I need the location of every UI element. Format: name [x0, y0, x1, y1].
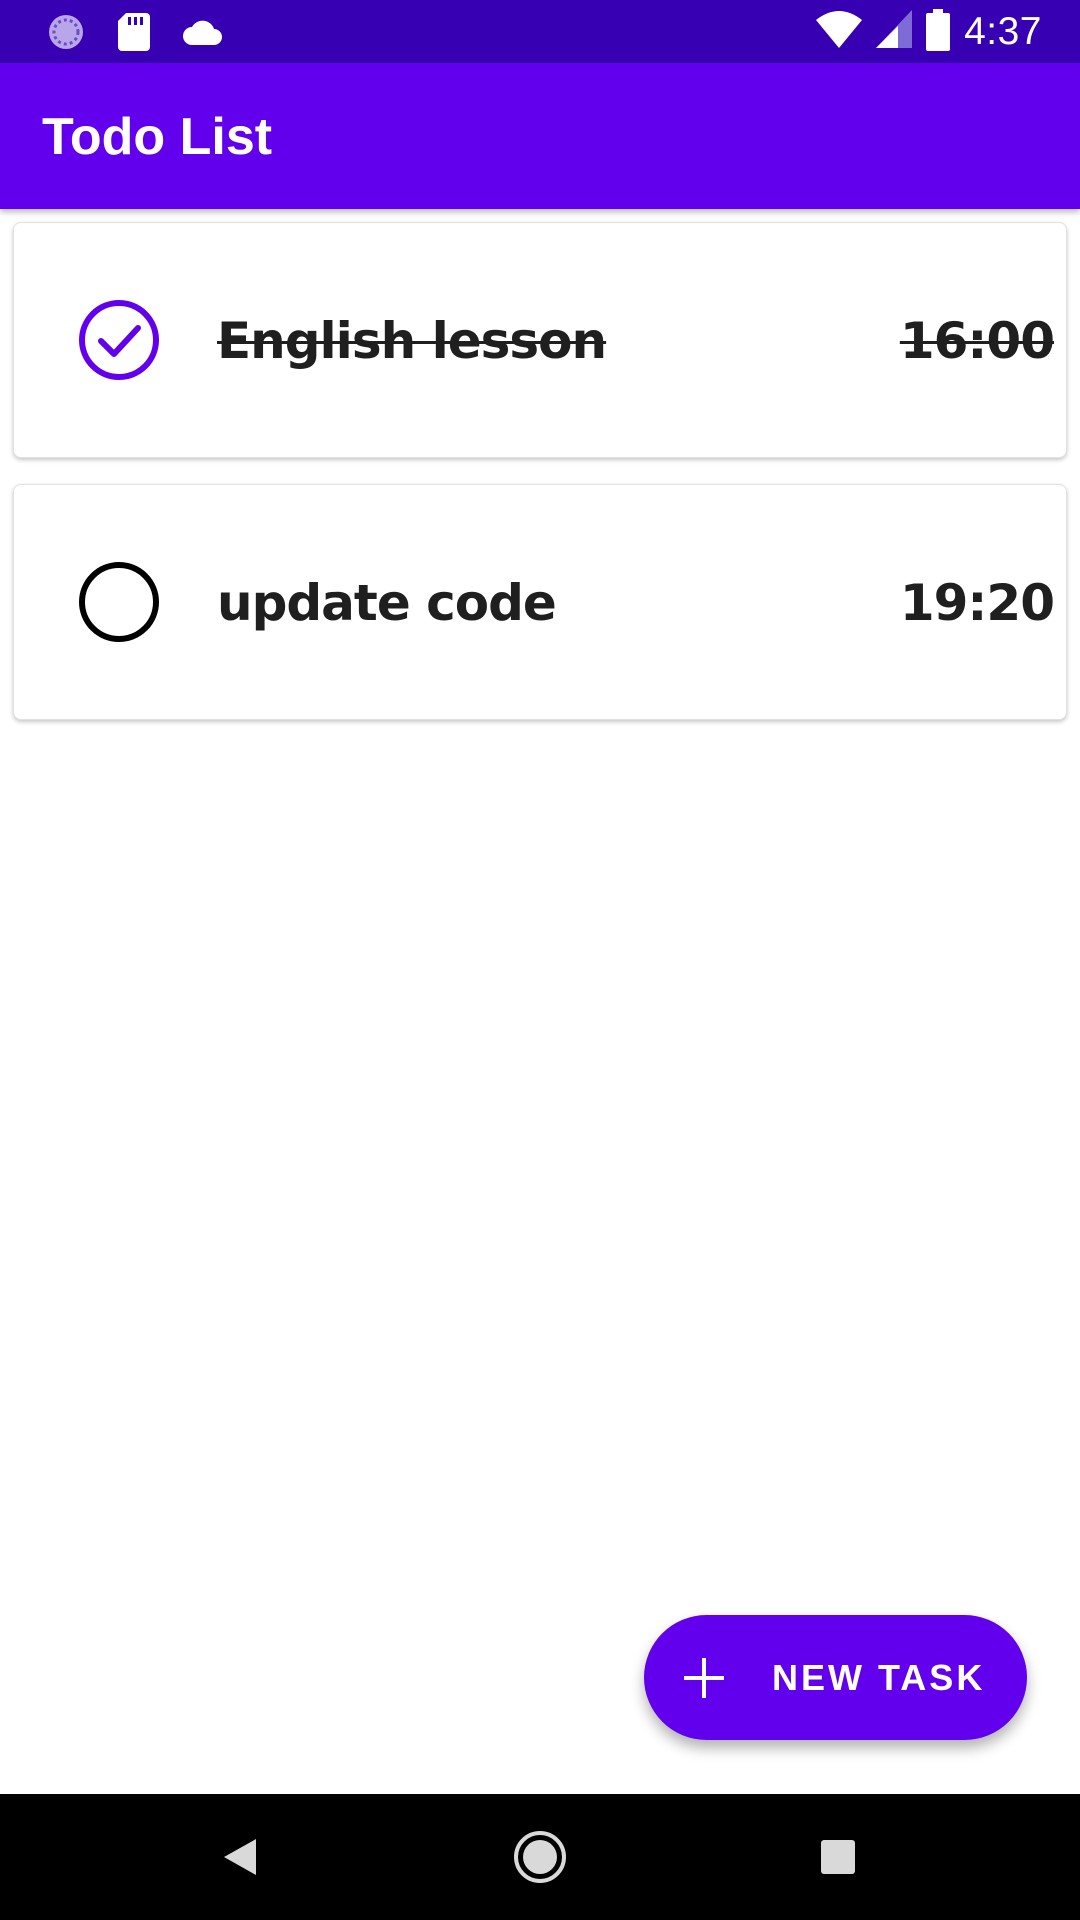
task-time: 16:00 [899, 312, 1055, 370]
status-time: 4:37 [964, 10, 1042, 53]
task-name: English lesson [217, 312, 607, 370]
sync-icon [46, 12, 86, 57]
battery-icon [926, 8, 951, 56]
nav-bar [0, 1794, 1080, 1920]
back-icon[interactable] [210, 1827, 270, 1887]
checked-circle-icon[interactable] [74, 295, 164, 385]
task-card[interactable]: update code 19:20 [13, 484, 1067, 720]
cell-signal-icon [876, 9, 913, 55]
status-bar: 4:37 [0, 0, 1080, 63]
task-name: update code [217, 574, 557, 632]
recents-icon[interactable] [808, 1827, 868, 1887]
task-time: 19:20 [899, 574, 1055, 632]
wifi-icon [816, 10, 863, 55]
home-icon[interactable] [510, 1827, 570, 1887]
sd-card-icon [118, 13, 150, 56]
status-left-icons [46, 12, 224, 57]
new-task-button[interactable]: NEW TASK [644, 1615, 1027, 1740]
unchecked-circle-icon[interactable] [74, 557, 164, 647]
cloud-icon [182, 17, 224, 52]
plus-icon [684, 1658, 724, 1698]
task-card[interactable]: English lesson 16:00 [13, 222, 1067, 458]
app-title: Todo List [42, 108, 273, 166]
new-task-label: NEW TASK [772, 1657, 986, 1698]
app-bar: Todo List [0, 63, 1080, 209]
status-right-icons: 4:37 [816, 8, 1042, 56]
screen: 4:37 Todo List English lesson 16:00 upda… [0, 0, 1080, 1920]
